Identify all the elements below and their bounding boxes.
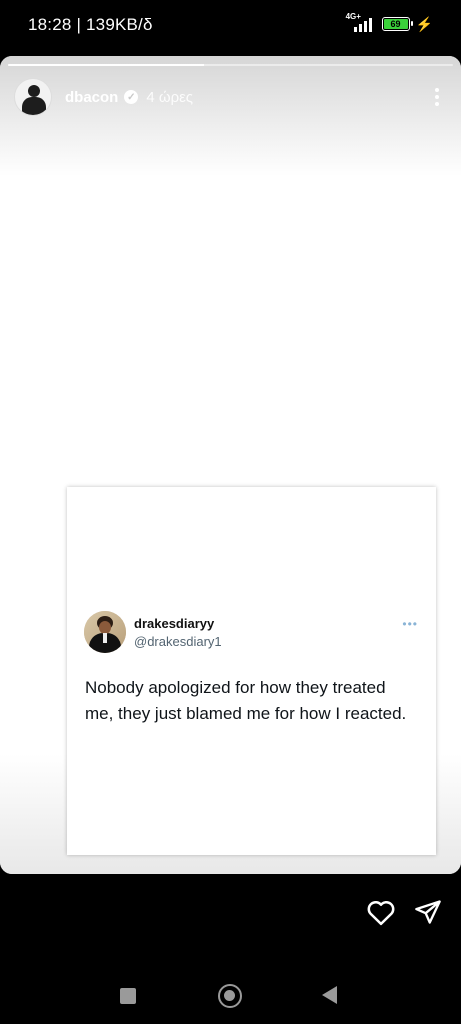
- story-actions: [0, 878, 461, 948]
- tweet-display-name: drakesdiaryy: [134, 615, 215, 631]
- square-icon[interactable]: [120, 988, 136, 1004]
- tweet-avatar: [84, 611, 126, 653]
- verified-badge-icon: ✓: [124, 90, 139, 104]
- system-nav-bar: [0, 960, 461, 1024]
- story-view[interactable]: dbacon ✓ 4 ώρες drakesdiaryy @drakesdiar…: [0, 56, 461, 874]
- story-progress-bar: [8, 64, 453, 66]
- story-progress-fill: [8, 64, 204, 66]
- story-username[interactable]: dbacon: [65, 89, 118, 106]
- more-horizontal-icon: •••: [402, 617, 418, 631]
- tweet-card[interactable]: drakesdiaryy @drakesdiary1 ••• Nobody ap…: [67, 487, 436, 855]
- charging-icon: ⚡: [415, 15, 433, 32]
- send-icon[interactable]: [414, 898, 442, 926]
- tweet-handle: @drakesdiary1: [134, 633, 222, 649]
- tweet-author: drakesdiaryy @drakesdiary1: [84, 611, 222, 653]
- story-time-ago: 4 ώρες: [146, 88, 194, 106]
- circle-icon[interactable]: [218, 984, 242, 1008]
- status-bar: 18:28 | 139KB/δ 4G+ 69 ⚡: [0, 0, 461, 52]
- signal-icon: 4G+: [346, 12, 376, 34]
- more-vertical-icon[interactable]: [427, 82, 447, 112]
- battery-icon: 69: [381, 17, 413, 31]
- heart-icon[interactable]: [366, 898, 396, 926]
- status-time: 18:28 | 139KB/δ: [28, 15, 153, 34]
- story-header: dbacon ✓ 4 ώρες: [14, 78, 447, 116]
- tweet-text: Nobody apologized for how they treated m…: [85, 678, 407, 723]
- status-icons: 4G+ 69 ⚡: [346, 12, 433, 34]
- avatar[interactable]: [14, 78, 52, 116]
- battery-level: 69: [390, 19, 401, 29]
- triangle-back-icon[interactable]: [322, 986, 337, 1004]
